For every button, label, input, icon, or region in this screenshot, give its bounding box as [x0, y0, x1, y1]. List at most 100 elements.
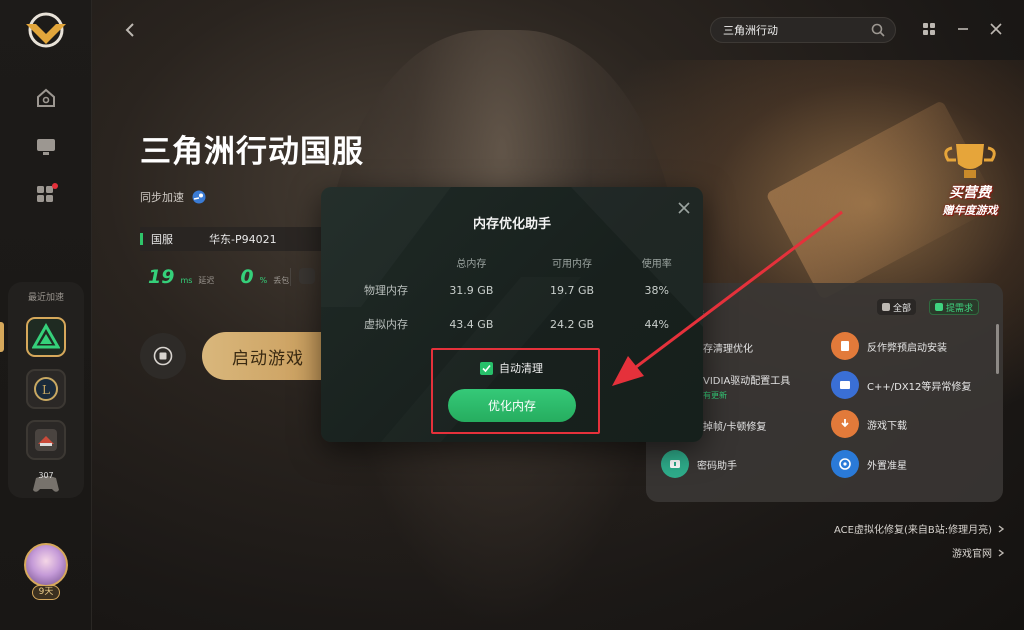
official-site-label: 游戏官网 — [952, 549, 992, 560]
dialog-close-button[interactable] — [675, 199, 693, 217]
column-header: 总内存 — [456, 258, 487, 270]
tool-cpp-dx12-repair[interactable]: C++/DX12等异常修复 — [831, 371, 971, 399]
lol-game-icon: L — [34, 377, 58, 401]
stop-icon — [153, 346, 173, 366]
request-feature-button[interactable]: 提需求 — [929, 299, 980, 315]
server-selector[interactable]: 国服 华东-P94021 — [140, 227, 330, 251]
racing-game-icon — [35, 429, 57, 451]
tools-scrollbar[interactable] — [996, 324, 999, 374]
promo-badge[interactable]: 买营费 赠年度游戏 — [932, 140, 1008, 218]
chevron-right-icon — [998, 524, 1004, 533]
tool-anticheat[interactable]: 反作弊预启动安装 — [831, 332, 947, 360]
chevron-left-icon — [125, 23, 134, 37]
row-label: 虚拟内存 — [364, 318, 408, 331]
packet-loss-unit: % — [259, 276, 268, 285]
tool-label: 存清理优化 — [703, 344, 753, 355]
tool-nvidia-config[interactable]: VIDIA驱动配置工具 — [703, 372, 790, 387]
latency-label: 延迟 — [198, 276, 215, 285]
apps-grid-button[interactable] — [920, 20, 938, 38]
search-box[interactable] — [710, 17, 896, 43]
server-region: 国服 — [151, 233, 173, 246]
promo-line1: 买营费 — [949, 185, 991, 201]
recent-game-delta-force[interactable] — [26, 317, 66, 357]
recent-game-lol[interactable]: L — [26, 369, 66, 409]
tool-fps-fix[interactable]: 掉帧/卡顿修复 — [703, 418, 766, 433]
network-detail-icon[interactable] — [299, 268, 315, 284]
latency-value: 19 — [148, 266, 175, 288]
back-button[interactable] — [122, 20, 140, 40]
ace-repair-link[interactable]: ACE虚拟化修复(来自B站:修理月亮) — [834, 521, 1004, 536]
available-memory-cell: 19.7 GB — [550, 283, 595, 297]
request-feature-label: 提需求 — [946, 303, 974, 314]
table-row: 物理内存 31.9 GB 19.7 GB 38% — [351, 273, 691, 307]
tool-crosshair[interactable]: 外置准星 — [831, 450, 907, 478]
crosshair-icon — [831, 450, 859, 478]
network-stats: 19 ms 延迟 0 % 丢包 — [148, 266, 309, 288]
download-icon — [831, 410, 859, 438]
user-avatar[interactable] — [24, 543, 68, 587]
column-header: 使用率 — [641, 258, 672, 270]
repair-icon — [831, 371, 859, 399]
close-icon — [678, 202, 690, 214]
tool-label: 掉帧/卡顿修复 — [703, 422, 767, 433]
svg-text:L: L — [42, 383, 50, 397]
sync-accelerate-row: 同步加速 — [140, 189, 206, 205]
nav-monitor-icon[interactable] — [32, 133, 60, 161]
chevron-right-icon — [998, 548, 1004, 557]
tool-memory-clean[interactable]: 存清理优化 — [703, 340, 753, 355]
promo-text: 买营费 赠年度游戏 — [932, 182, 1008, 218]
filter-icon — [882, 303, 890, 311]
packet-loss-label: 丢包 — [273, 276, 290, 285]
server-node: 华东-P94021 — [209, 233, 277, 246]
update-badge: 有更新 — [703, 391, 727, 400]
tool-label: C++/DX12等异常修复 — [867, 381, 972, 393]
controller-count: 307 — [38, 471, 54, 480]
close-window-button[interactable] — [987, 20, 1005, 38]
sync-label: 同步加速 — [140, 191, 184, 204]
password-icon — [661, 450, 689, 478]
total-memory-cell: 31.9 GB — [449, 283, 494, 297]
search-icon[interactable] — [871, 23, 885, 37]
recent-game-third[interactable] — [26, 420, 66, 460]
nav-home-icon[interactable] — [32, 84, 60, 112]
packet-loss-value: 0 — [240, 266, 254, 288]
vip-days-badge: 9天 — [32, 585, 60, 600]
memory-table-header: 总内存 可用内存 使用率 — [351, 251, 691, 273]
filter-all-button[interactable]: 全部 — [877, 299, 917, 315]
server-status-indicator — [140, 233, 143, 245]
usage-cell: 38% — [644, 283, 669, 297]
latency-unit: ms — [180, 276, 193, 285]
request-icon — [935, 303, 943, 311]
minimize-button[interactable] — [954, 20, 972, 38]
usage-cell: 44% — [644, 317, 669, 331]
anticheat-icon — [831, 332, 859, 360]
stats-divider — [290, 268, 291, 286]
tool-label: 密码助手 — [697, 460, 737, 472]
tool-game-download[interactable]: 游戏下载 — [831, 410, 907, 438]
nav-apps-icon[interactable] — [32, 181, 60, 209]
tool-password-helper[interactable]: 密码助手 — [661, 450, 737, 478]
close-icon — [990, 23, 1002, 35]
promo-line2: 赠年度游戏 — [942, 204, 998, 217]
game-title: 三角洲行动国服 — [140, 134, 364, 170]
annotation-highlight-box — [431, 348, 600, 434]
controller-icon[interactable]: 307 — [32, 471, 60, 494]
row-label: 物理内存 — [364, 284, 408, 297]
ace-repair-link-label: ACE虚拟化修复(来自B站:修理月亮) — [834, 525, 992, 536]
memory-table: 总内存 可用内存 使用率 物理内存 31.9 GB 19.7 GB 38% 虚拟… — [351, 251, 691, 341]
tool-label: 外置准星 — [867, 460, 907, 472]
minimize-icon — [958, 28, 968, 30]
search-input[interactable] — [723, 23, 863, 37]
delta-force-game-icon — [32, 323, 60, 349]
dialog-title: 内存优化助手 — [472, 217, 551, 232]
filter-all-label: 全部 — [893, 303, 912, 314]
left-sidebar: 最近加速 L 307 9天 — [0, 0, 92, 630]
official-site-link[interactable]: 游戏官网 — [952, 545, 1004, 560]
app-logo-icon — [26, 12, 66, 48]
available-memory-cell: 24.2 GB — [550, 317, 595, 331]
grid-icon — [923, 23, 935, 35]
tool-label: 反作弊预启动安装 — [867, 342, 947, 354]
stop-accelerate-button[interactable] — [140, 333, 186, 379]
steam-icon[interactable] — [192, 190, 206, 204]
recent-label: 最近加速 — [27, 293, 64, 303]
